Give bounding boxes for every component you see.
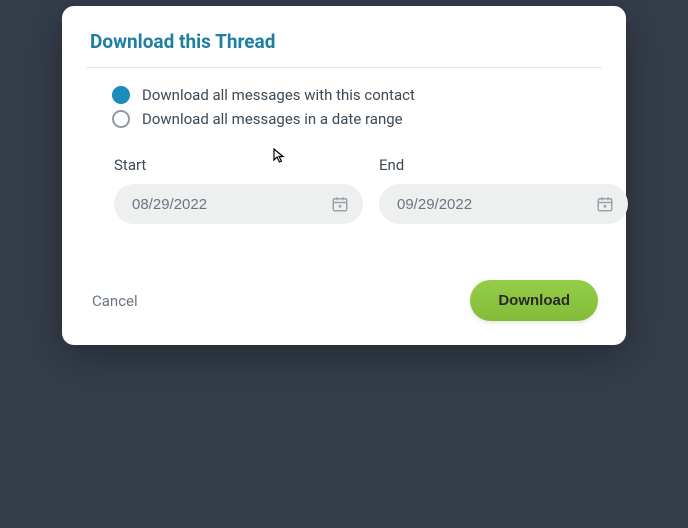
start-date-input[interactable]: [114, 184, 363, 224]
divider: [86, 67, 602, 68]
start-date-value[interactable]: [132, 196, 331, 213]
end-date-col: End: [379, 156, 628, 224]
end-date-input[interactable]: [379, 184, 628, 224]
option-label: Download all messages in a date range: [142, 110, 403, 128]
calendar-icon: [596, 195, 614, 213]
end-date-value[interactable]: [397, 196, 596, 213]
dialog-title: Download this Thread: [90, 30, 598, 53]
date-range-row: Start End: [90, 156, 598, 224]
option-all-messages[interactable]: Download all messages with this contact: [112, 86, 598, 104]
radio-icon: [112, 110, 130, 128]
download-thread-dialog: Download this Thread Download all messag…: [62, 6, 626, 345]
end-date-label: End: [379, 156, 628, 174]
dialog-actions: Cancel Download: [90, 280, 598, 321]
radio-icon: [112, 86, 130, 104]
start-date-label: Start: [114, 156, 363, 174]
download-button[interactable]: Download: [470, 280, 598, 321]
option-date-range[interactable]: Download all messages in a date range: [112, 110, 598, 128]
cancel-button[interactable]: Cancel: [92, 292, 138, 310]
calendar-icon: [331, 195, 349, 213]
start-date-col: Start: [114, 156, 363, 224]
option-label: Download all messages with this contact: [142, 86, 415, 104]
download-options: Download all messages with this contact …: [90, 86, 598, 128]
